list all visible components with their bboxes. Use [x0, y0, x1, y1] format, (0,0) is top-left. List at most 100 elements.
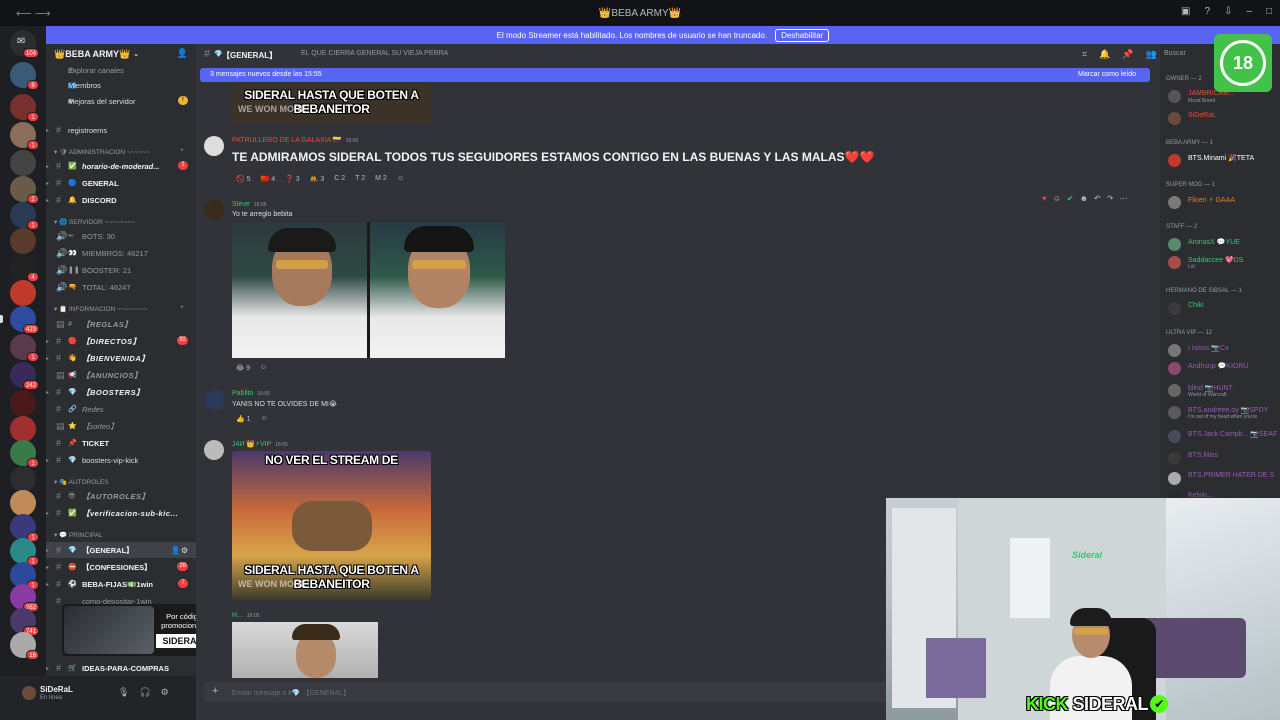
minimize-icon[interactable]: – [1246, 6, 1252, 17]
channel-boosters-vip-kick[interactable]: ▸ # 💎 boosters-vip-kick [46, 452, 196, 468]
avatar[interactable] [204, 200, 224, 220]
category-informacion[interactable]: ▾ 📋 INFORMACION ~~~~~~~~ + [54, 304, 184, 313]
reaction-row[interactable]: 👍 1 ☺ [236, 415, 268, 423]
server-icon[interactable]: 1 [10, 538, 39, 566]
server-icon[interactable]: 1 [10, 122, 39, 150]
channel-bienvenida[interactable]: ▸ # 👋 【BIENVENIDA】 [46, 350, 196, 366]
member-item[interactable]: BTS.andreee.oy 📷SPDY I'm out of my head w… [1166, 404, 1280, 420]
server-icon[interactable] [10, 390, 36, 416]
message-author[interactable]: PATRULLERO DE LA GALAXIA 🇨🇴 16:05 [232, 136, 358, 144]
server-icon[interactable]: 1 [10, 334, 39, 362]
channel-ticket[interactable]: # 📌 TICKET [46, 435, 196, 451]
server-icon[interactable] [10, 150, 36, 176]
server-icon[interactable] [10, 490, 36, 516]
sidebar-item-boosts[interactable]: ◆ Mejoras del servidor! [46, 93, 196, 109]
server-icon[interactable]: 741 [10, 608, 39, 636]
channel-directos[interactable]: ▸ # 🔴 【DIRECTOS】 92 [46, 333, 196, 349]
channel-bots[interactable]: 🔊 ✏ BOTS: 30 [46, 228, 196, 244]
maximize-icon[interactable]: □ [1266, 6, 1272, 17]
server-icon[interactable]: 423 [0, 306, 39, 334]
channel-topic[interactable]: EL QUE CIERRA GENERAL SU VIEJA PERRA [301, 50, 448, 57]
inbox-icon[interactable]: ▣ [1181, 6, 1190, 17]
avatar[interactable] [204, 136, 224, 156]
member-list-icon[interactable]: 👥 [1146, 49, 1157, 60]
member-item[interactable]: Andhsnp 💬KIORU [1166, 360, 1280, 376]
invite-icon[interactable]: 👤 [177, 48, 188, 59]
channel-sorteo[interactable]: ▤ ⭐ 【sorteo】 [46, 418, 196, 434]
channel-redes[interactable]: # 🔗 Redes [46, 401, 196, 417]
member-item[interactable]: SiDeRaL [1166, 110, 1280, 126]
server-icon[interactable]: 242 [10, 362, 39, 390]
help-icon[interactable]: ? [1204, 6, 1210, 17]
member-item[interactable]: AronasX 💬YUE [1166, 236, 1280, 252]
channel-boosters[interactable]: ▸ # 💎 【BOOSTERS】 [46, 384, 196, 400]
meme-image[interactable]: SIDERAL HASTA QUE BOTEN A BEBANEITOR WE … [232, 84, 431, 124]
add-attachment-icon[interactable]: + [212, 685, 218, 697]
server-icon[interactable]: 1 [10, 94, 39, 122]
avatar[interactable] [204, 440, 224, 460]
category-principal[interactable]: ▾ 💬 PRINCIPAL [54, 531, 103, 539]
sidebar-item-browse[interactable]: ◎ Explorar canales [46, 62, 196, 78]
reaction-row[interactable]: 🚫 5 🇨🇳 4 ❓ 3 🤼 3C 2T 2M 2 ☺ [236, 175, 404, 183]
member-item[interactable]: Flicen ⚡ GAAA [1166, 194, 1280, 210]
server-icon[interactable] [10, 466, 36, 492]
settings-gear-icon[interactable]: 👤⚙ [171, 546, 188, 555]
avatar[interactable] [204, 390, 224, 410]
message-author[interactable]: Pablito 16:05 [232, 390, 270, 397]
check-icon[interactable]: ✔ [1067, 194, 1074, 203]
member-item[interactable]: BTS.PRIMER HATER DE S [1166, 470, 1280, 486]
server-icon[interactable]: 262 [10, 584, 39, 612]
more-icon[interactable]: ⋯ [1119, 194, 1127, 203]
category-autoroles[interactable]: ▾ 🎭 AUTOROLES [54, 478, 109, 486]
download-icon[interactable]: ⇩ [1224, 6, 1232, 17]
avatar[interactable] [22, 686, 36, 700]
emoji-icon[interactable]: ☺ [1053, 194, 1061, 203]
reaction-row[interactable]: 😂 9 ☺ [236, 364, 267, 372]
channel-verificacion[interactable]: ▸ # ✅ 【verificacion-sub-kic... [46, 505, 196, 521]
member-item[interactable]: Saddaccee 💖DS Lol [1166, 254, 1280, 270]
threads-icon[interactable]: ⌗ [1082, 49, 1087, 60]
heart-icon[interactable]: ♥ [1042, 194, 1047, 203]
channel-ideas[interactable]: ▸ # 🛒 IDEAS-PARA-COMPRAS [46, 660, 196, 676]
category-administracion[interactable]: ▾ 🛡 ADMINISTRACION ~~~~~~ + [54, 147, 184, 156]
message-author[interactable]: J4И 👑⚡VIP 16:05 [232, 440, 288, 448]
mark-read-button[interactable]: Marcar como leído [1078, 71, 1136, 78]
server-icon[interactable] [10, 416, 36, 442]
settings-icon[interactable]: ⚙ [161, 687, 169, 698]
forward-icon[interactable]: ↷ [1107, 194, 1114, 203]
meme-image[interactable]: NO VER EL STREAM DE SIDERAL HASTA QUE BO… [232, 451, 431, 600]
bell-icon[interactable]: 🔔 [1099, 49, 1110, 60]
member-item[interactable]: blind 📷HUNT World of Warcraft [1166, 382, 1280, 398]
message-author[interactable]: Steve 16:05 [232, 201, 266, 208]
channel-discord[interactable]: ▸ # 🔔 DISCORD [46, 192, 196, 208]
category-servidor[interactable]: ▾ 🌐 SERVIDOR ~~~~~~~~ [54, 218, 135, 226]
server-icon[interactable]: 1 [10, 514, 39, 542]
server-icon[interactable]: 1 [10, 440, 39, 468]
channel-total[interactable]: 🔊 🔫 TOTAL: 46247 [46, 279, 196, 295]
server-icon[interactable]: 16 [10, 632, 39, 660]
server-header[interactable]: 👑BEBA ARMY👑 ⌄ 👤 [46, 44, 196, 64]
channel-confesiones[interactable]: ▸ # ⛔ 【CONFESIONES】 26 [46, 559, 196, 575]
channel-horario[interactable]: ▸ # ✅ horario-de-moderad... 1 [46, 158, 196, 174]
member-item[interactable]: I Isisss 📷Cx [1166, 342, 1280, 358]
channel-miembros[interactable]: 🔊 👀 MIEMBROS: 46217 [46, 245, 196, 261]
reply-icon[interactable]: ↶ [1094, 194, 1101, 203]
channel-registroems[interactable]: ▸ # registroems [46, 122, 196, 138]
channel-booster[interactable]: 🔊 ❚❚ BOOSTER: 21 [46, 262, 196, 278]
pin-icon[interactable]: 📌 [1122, 49, 1133, 60]
member-item[interactable]: Chiki [1166, 300, 1280, 316]
server-icon[interactable]: 1 [10, 202, 39, 230]
server-icon[interactable] [10, 280, 36, 306]
channel-general[interactable]: ▸ # 💎 【GENERAL】 👤⚙ [46, 542, 196, 558]
message-author[interactable]: H... 16:05 [232, 612, 259, 619]
server-icon[interactable] [10, 228, 36, 254]
channel-reglas[interactable]: ▤ # 【REGLAS】 [46, 316, 196, 332]
disable-streamer-button[interactable]: Deshabilitar [775, 28, 830, 42]
channel-anuncios[interactable]: ▤ 📢 【ANUNCIOS】 [46, 367, 196, 383]
member-item[interactable]: BTS.Miss [1166, 450, 1280, 466]
headphones-icon[interactable]: 🎧 [139, 687, 150, 698]
member-item[interactable]: BTS.Minami 🎉TETA [1166, 152, 1280, 168]
photo-attachment[interactable] [232, 622, 378, 678]
server-icon[interactable]: 8 [10, 62, 39, 90]
sidebar-item-members[interactable]: 👥 Miembros [46, 77, 196, 93]
